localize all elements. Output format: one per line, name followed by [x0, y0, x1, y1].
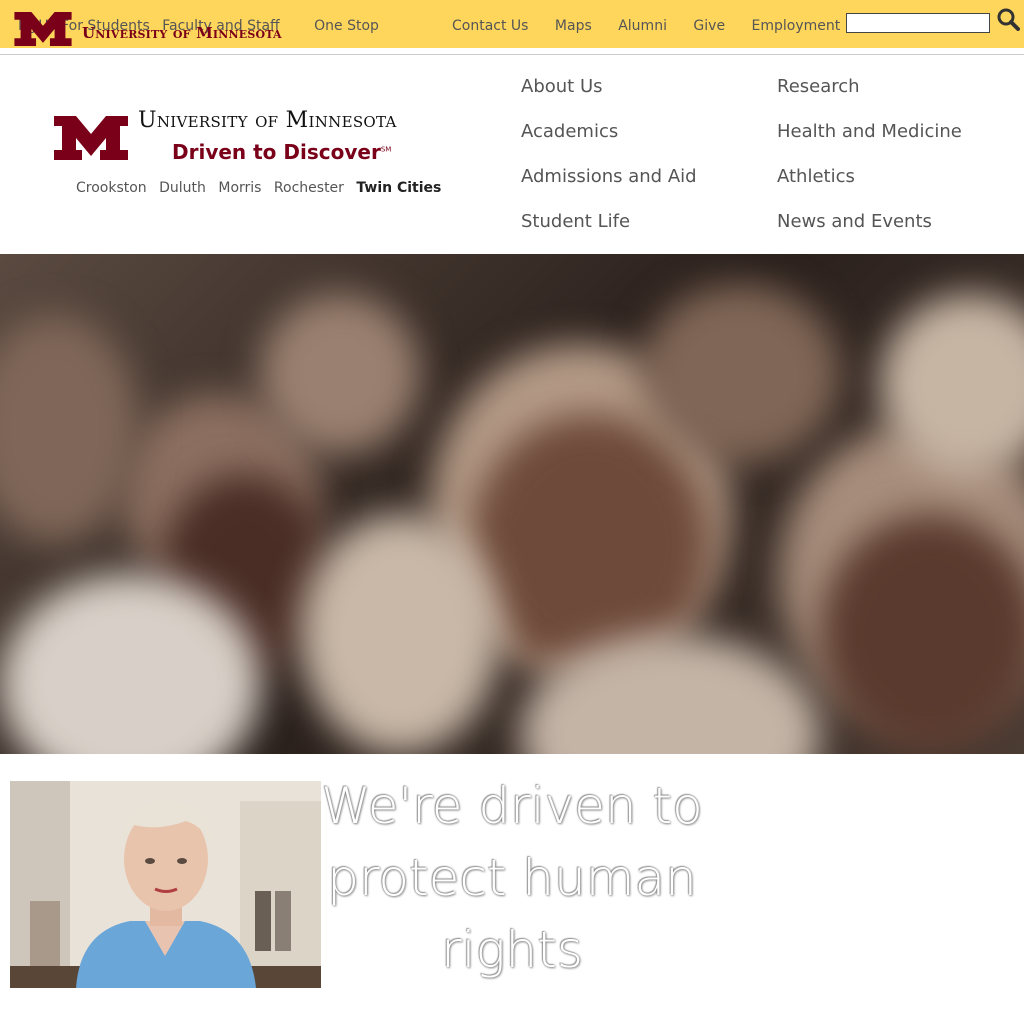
logo-university-name: University of Minnesota	[138, 108, 397, 133]
nav-admissions-and-aid[interactable]: Admissions and Aid	[521, 166, 697, 187]
tagline-text: Driven to Discover	[172, 140, 381, 164]
crowd-head	[640, 284, 840, 464]
feature-portrait-photo[interactable]	[10, 781, 321, 988]
crowd-head	[0, 314, 140, 544]
nav-about-us[interactable]: About Us	[521, 76, 603, 97]
nav-health-and-medicine[interactable]: Health and Medicine	[777, 121, 962, 142]
campus-twin-cities[interactable]: Twin Cities	[356, 180, 441, 196]
crowd-head	[300, 514, 500, 754]
crowd-head	[260, 294, 420, 454]
utility-links-right: Contact Us Maps Alumni Give Employment	[452, 18, 862, 34]
link-employment[interactable]: Employment	[752, 18, 841, 34]
logo-tagline: Driven to DiscoverSM	[172, 140, 391, 164]
link-one-stop[interactable]: One Stop	[314, 18, 379, 34]
header-divider	[0, 54, 1024, 55]
headline-line: rights	[441, 921, 583, 979]
search-input[interactable]	[846, 13, 990, 33]
nav-athletics[interactable]: Athletics	[777, 166, 855, 187]
link-give[interactable]: Give	[693, 18, 725, 34]
service-mark: SM	[380, 145, 392, 154]
crowd-head	[820, 514, 1024, 754]
university-wordmark-small[interactable]: University of Minnesota	[14, 12, 282, 46]
portrait-illustration	[10, 781, 321, 988]
campus-morris[interactable]: Morris	[218, 180, 261, 196]
nav-research[interactable]: Research	[777, 76, 860, 97]
headline-line: We're driven to	[321, 777, 703, 835]
campus-rochester[interactable]: Rochester	[274, 180, 344, 196]
nav-student-life[interactable]: Student Life	[521, 211, 630, 232]
search-icon[interactable]	[996, 7, 1020, 31]
block-m-logo-icon	[14, 12, 72, 46]
link-maps[interactable]: Maps	[555, 18, 592, 34]
campus-crookston[interactable]: Crookston	[76, 180, 147, 196]
campus-duluth[interactable]: Duluth	[159, 180, 206, 196]
campus-links: Crookston Duluth Morris Rochester Twin C…	[76, 180, 449, 196]
top-utility-bar: MyU For Students Faculty and Staff One S…	[0, 0, 1024, 48]
nav-news-and-events[interactable]: News and Events	[777, 211, 932, 232]
wordmark-text: University of Minnesota	[82, 24, 282, 42]
link-alumni[interactable]: Alumni	[618, 18, 667, 34]
nav-academics[interactable]: Academics	[521, 121, 618, 142]
feature-headline[interactable]: We're driven to protect human rights	[312, 770, 712, 986]
hero-image-crowd	[0, 254, 1024, 754]
block-m-logo-icon	[54, 116, 128, 160]
link-contact-us[interactable]: Contact Us	[452, 18, 528, 34]
headline-line: protect human	[327, 849, 697, 907]
